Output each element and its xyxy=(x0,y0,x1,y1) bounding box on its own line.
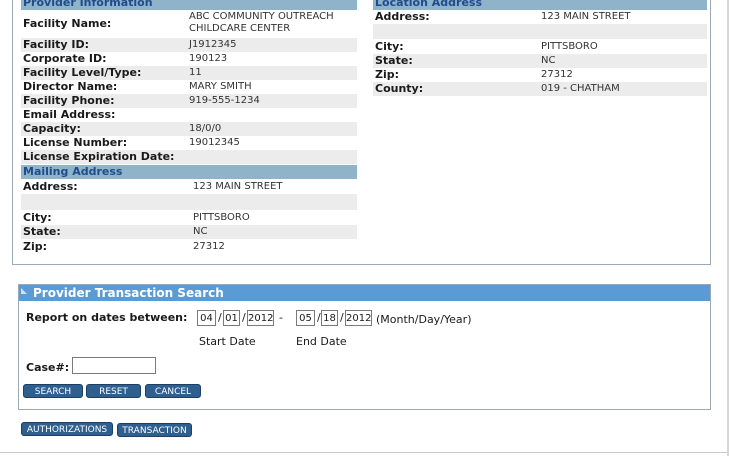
facility-level-value: 11 xyxy=(189,67,202,78)
mailing-city-value: PITTSBORO xyxy=(193,212,250,223)
mailing-address-title: Mailing Address xyxy=(23,165,123,178)
mailing-city-label: City: xyxy=(23,211,52,224)
start-month-input[interactable]: 04 xyxy=(197,310,216,326)
location-address-value: 123 MAIN STREET xyxy=(541,11,631,22)
end-year-input[interactable]: 2012 xyxy=(345,310,372,326)
mailing-state-label: State: xyxy=(23,225,61,238)
mailing-state-value: NC xyxy=(193,226,208,237)
dates-between-label: Report on dates between: xyxy=(26,311,188,324)
location-state-label: State: xyxy=(375,54,413,67)
transaction-button[interactable]: TRANSACTION xyxy=(117,423,192,437)
field-row-facility-phone: Facility Phone: 919-555-1234 xyxy=(21,94,357,108)
date-format-hint: (Month/Day/Year) xyxy=(376,313,472,326)
start-date-caption: Start Date xyxy=(199,335,256,348)
email-label: Email Address: xyxy=(23,108,116,121)
start-year-input[interactable]: 2012 xyxy=(247,310,274,326)
end-day-input[interactable]: 18 xyxy=(321,310,338,326)
date-range-dash: - xyxy=(279,311,283,324)
mailing-address-label: Address: xyxy=(23,180,78,193)
field-row-facility-name: Facility Name: ABC COMMUNITY OUTREACH CH… xyxy=(21,10,357,38)
page-bottom-divider xyxy=(0,452,729,453)
field-row-facility-level: Facility Level/Type: 11 xyxy=(21,66,357,80)
location-city-label: City: xyxy=(375,40,404,53)
field-row-corporate-id: Corporate ID: 190123 xyxy=(21,52,357,66)
field-row-facility-id: Facility ID: J1912345 xyxy=(21,38,357,52)
provider-details-panel: Provider Information Facility Name: ABC … xyxy=(12,0,711,265)
location-address-label: Address: xyxy=(375,10,430,23)
facility-phone-value: 919-555-1234 xyxy=(189,95,260,106)
license-expiration-label: License Expiration Date: xyxy=(23,150,175,163)
field-row-email: Email Address: xyxy=(21,108,357,122)
location-county-label: County: xyxy=(375,82,424,95)
director-name-value: MARY SMITH xyxy=(189,81,252,92)
transaction-search-title: Provider Transaction Search xyxy=(33,286,224,300)
provider-info-header: Provider Information xyxy=(21,0,357,10)
mailing-address-header: Mailing Address xyxy=(21,165,357,179)
mailing-zip-value: 27312 xyxy=(193,241,225,252)
location-address-title: Location Address xyxy=(375,0,482,9)
facility-phone-label: Facility Phone: xyxy=(23,94,115,107)
capacity-label: Capacity: xyxy=(23,122,81,135)
date-separator: / xyxy=(218,311,222,324)
license-number-value: 19012345 xyxy=(189,137,240,148)
cancel-button[interactable]: CANCEL xyxy=(145,384,201,398)
location-county-value: 019 - CHATHAM xyxy=(541,83,620,94)
search-button[interactable]: SEARCH xyxy=(23,384,83,398)
transaction-search-header: Provider Transaction Search xyxy=(19,285,710,301)
location-row-state: State: NC xyxy=(373,54,707,68)
field-row-capacity: Capacity: 18/0/0 xyxy=(21,122,357,136)
reset-button[interactable]: RESET xyxy=(86,384,141,398)
location-state-value: NC xyxy=(541,55,556,66)
field-row-license-expiration: License Expiration Date: xyxy=(21,150,357,164)
date-separator: / xyxy=(340,311,344,324)
corporate-id-label: Corporate ID: xyxy=(23,52,107,65)
location-row-address-2 xyxy=(373,24,707,39)
facility-id-label: Facility ID: xyxy=(23,38,90,51)
end-date-caption: End Date xyxy=(296,335,347,348)
facility-name-label: Facility Name: xyxy=(23,17,112,30)
mailing-address-value: 123 MAIN STREET xyxy=(193,181,283,192)
mailing-row-address-2 xyxy=(21,194,357,210)
provider-info-title: Provider Information xyxy=(23,0,153,9)
location-city-value: PITTSBORO xyxy=(541,41,598,52)
field-row-director-name: Director Name: MARY SMITH xyxy=(21,80,357,94)
location-zip-value: 27312 xyxy=(541,69,573,80)
location-row-zip: Zip: 27312 xyxy=(373,68,707,82)
director-name-label: Director Name: xyxy=(23,80,118,93)
transaction-search-panel: Provider Transaction Search Report on da… xyxy=(18,284,711,410)
facility-name-value: ABC COMMUNITY OUTREACH CHILDCARE CENTER xyxy=(189,11,334,34)
mailing-zip-label: Zip: xyxy=(23,240,48,253)
corporate-id-value: 190123 xyxy=(189,53,228,64)
field-row-license-number: License Number: 19012345 xyxy=(21,136,357,150)
case-number-input[interactable] xyxy=(72,357,156,374)
date-separator: / xyxy=(242,311,246,324)
location-zip-label: Zip: xyxy=(375,68,400,81)
location-address-header: Location Address xyxy=(373,0,707,10)
authorizations-button[interactable]: AUTHORIZATIONS xyxy=(21,422,113,436)
capacity-value: 18/0/0 xyxy=(189,123,222,134)
mailing-row-address: Address: 123 MAIN STREET xyxy=(21,180,357,194)
mailing-row-zip: Zip: 27312 xyxy=(21,240,357,254)
facility-level-label: Facility Level/Type: xyxy=(23,66,142,79)
location-row-city: City: PITTSBORO xyxy=(373,40,707,54)
location-row-county: County: 019 - CHATHAM xyxy=(373,82,707,96)
location-row-address: Address: 123 MAIN STREET xyxy=(373,10,707,24)
license-number-label: License Number: xyxy=(23,136,128,149)
mailing-row-state: State: NC xyxy=(21,225,357,239)
collapse-corner-icon[interactable] xyxy=(21,288,27,294)
facility-id-value: J1912345 xyxy=(189,39,237,50)
end-month-input[interactable]: 05 xyxy=(296,310,315,326)
case-number-label: Case#: xyxy=(26,361,70,374)
mailing-row-city: City: PITTSBORO xyxy=(21,211,357,225)
start-day-input[interactable]: 01 xyxy=(223,310,240,326)
